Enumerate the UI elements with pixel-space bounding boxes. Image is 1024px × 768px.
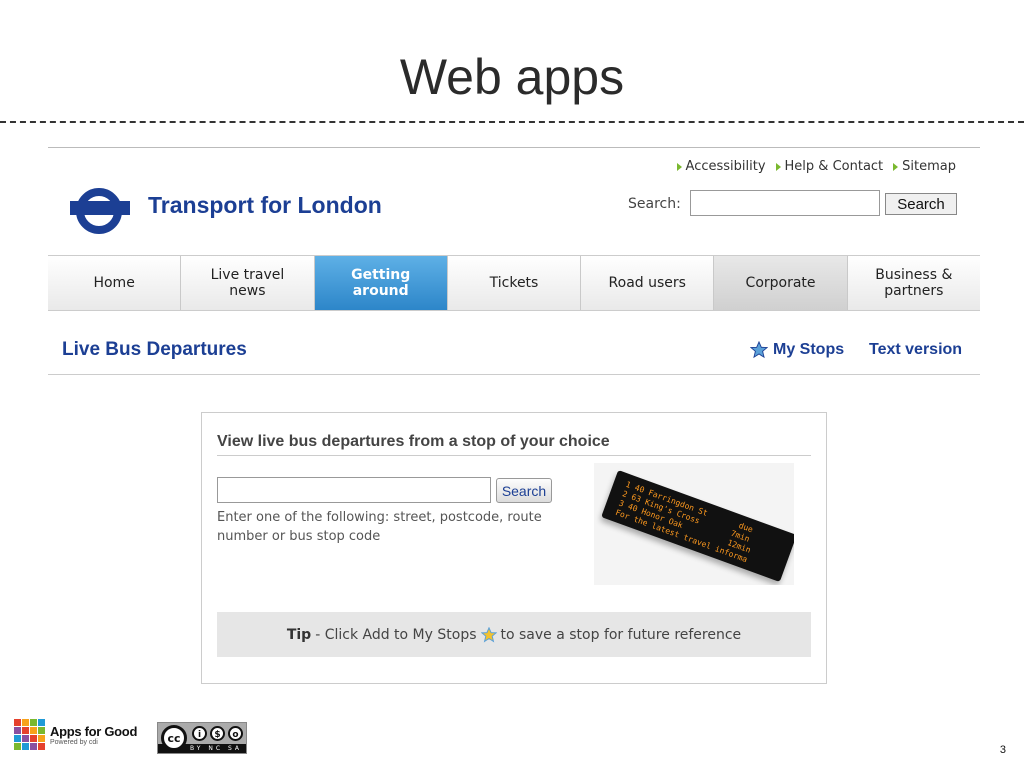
nav-home[interactable]: Home — [48, 256, 182, 310]
brand-name[interactable]: Transport for London — [148, 192, 382, 219]
apps-for-good-logo: Apps for Good Powered by cdi — [14, 719, 137, 750]
sign-led-text: 1 40 Farringdon St due 2 63 King's Cross… — [614, 479, 755, 565]
text-version-link[interactable]: Text version — [869, 341, 962, 359]
arrow-right-icon — [893, 162, 899, 171]
tfl-roundel-logo[interactable] — [70, 185, 130, 234]
star-icon — [750, 341, 768, 359]
arrow-right-icon — [676, 162, 682, 171]
utility-links: Accessibility Help & Contact Sitemap — [676, 159, 956, 174]
tfl-website-screenshot: Transport for London Accessibility Help … — [48, 147, 980, 687]
nav-business-partners[interactable]: Business & partners — [848, 256, 980, 310]
search-help-text: Enter one of the following: street, post… — [217, 510, 542, 544]
panel-divider — [217, 455, 811, 456]
bus-countdown-sign-image: 1 40 Farringdon St due 2 63 King's Cross… — [594, 463, 794, 585]
apps-for-good-grid-icon — [14, 719, 45, 750]
page-number: 3 — [999, 744, 1006, 756]
tip-text-after: to save a stop for future reference — [500, 626, 742, 643]
dashed-divider — [0, 121, 1024, 123]
tip-box: Tip - Click Add to My Stops to save a st… — [217, 612, 811, 657]
arrow-right-icon — [775, 162, 781, 171]
slide-title: Web apps — [399, 49, 625, 105]
nav-live-travel-news[interactable]: Live travel news — [181, 256, 315, 310]
nav-corporate[interactable]: Corporate — [714, 256, 848, 310]
roundel-bar — [70, 201, 130, 215]
site-search-input[interactable] — [690, 190, 880, 216]
bus-departures-panel: View live bus departures from a stop of … — [201, 412, 827, 684]
search-label: Search: — [628, 196, 681, 212]
tip-label: Tip — [286, 626, 312, 643]
sharealike-icon: o — [228, 726, 243, 741]
creative-commons-badge: cc i $ o BY NC SA — [157, 722, 247, 754]
sign-body: 1 40 Farringdon St due 2 63 King's Cross… — [601, 470, 794, 582]
sitemap-link[interactable]: Sitemap — [893, 159, 956, 174]
cc-license-labels: BY NC SA — [190, 745, 242, 752]
by-attribution-icon: i — [192, 726, 207, 741]
site-search-button[interactable]: Search — [885, 193, 957, 215]
page-heading: Live Bus Departures — [62, 339, 247, 360]
cc-icon: cc — [161, 725, 187, 751]
stop-search-input[interactable] — [217, 477, 491, 503]
accessibility-link[interactable]: Accessibility — [676, 159, 766, 174]
main-nav: Home Live travel news Getting around Tic… — [48, 255, 980, 311]
powered-by-text: Powered by cdi — [50, 738, 98, 746]
tip-text-before: - Click Add to My Stops — [315, 626, 477, 643]
add-star-icon — [480, 626, 497, 642]
noncommercial-icon: $ — [210, 726, 225, 741]
stop-search-button[interactable]: Search — [496, 478, 552, 503]
nav-getting-around[interactable]: Getting around — [314, 256, 448, 310]
nav-road-users[interactable]: Road users — [581, 256, 715, 310]
nav-tickets[interactable]: Tickets — [448, 256, 582, 310]
site-top-border — [48, 147, 980, 148]
heading-divider — [48, 374, 980, 375]
my-stops-link[interactable]: My Stops — [750, 341, 844, 359]
apps-for-good-name: Apps for Good — [50, 723, 138, 739]
help-contact-link[interactable]: Help & Contact — [775, 159, 883, 174]
panel-title: View live bus departures from a stop of … — [217, 433, 610, 450]
